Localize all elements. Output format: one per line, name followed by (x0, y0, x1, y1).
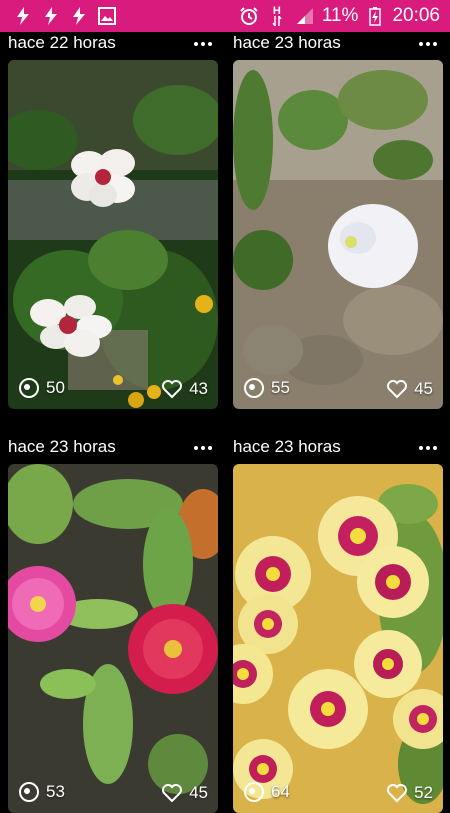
likes-value: 45 (189, 783, 208, 802)
more-options-icon[interactable] (419, 34, 437, 54)
post-header: hace 23 horas (233, 436, 443, 460)
post-time: hace 22 horas (8, 33, 116, 52)
more-options-icon[interactable] (419, 438, 437, 458)
signal-icon (294, 5, 316, 27)
status-bar: H 11% 20:06 (0, 0, 450, 32)
views-count: 55 (243, 377, 290, 399)
post-header: hace 23 horas (233, 32, 443, 56)
like-button[interactable]: 52 (386, 783, 433, 803)
likes-value: 43 (189, 379, 208, 398)
post-header: hace 23 horas (8, 436, 218, 460)
system-icons: H 11% 20:06 (232, 5, 440, 27)
heart-icon (162, 380, 183, 399)
post-card[interactable]: hace 23 horas 55 45 (233, 32, 443, 412)
views-value: 55 (271, 378, 290, 397)
flash-icon (40, 5, 62, 27)
views-icon (19, 378, 39, 398)
likes-value: 45 (414, 379, 433, 398)
views-value: 64 (271, 782, 290, 801)
post-photo[interactable]: 53 45 (8, 464, 218, 813)
network-type: H (272, 4, 281, 17)
heart-icon (387, 784, 408, 803)
like-button[interactable]: 45 (386, 379, 433, 399)
views-value: 53 (46, 782, 65, 801)
battery-percent: 11% (321, 5, 359, 26)
views-value: 50 (46, 378, 65, 397)
post-header: hace 22 horas (8, 32, 218, 56)
more-options-icon[interactable] (194, 438, 212, 458)
post-card[interactable]: hace 23 horas 64 52 (233, 436, 443, 813)
post-card[interactable]: hace 22 horas 50 43 (8, 32, 218, 412)
post-time: hace 23 horas (8, 437, 116, 456)
more-options-icon[interactable] (194, 34, 212, 54)
network-h-icon: H (266, 5, 288, 27)
post-card[interactable]: hace 23 horas 53 45 (8, 436, 218, 813)
views-count: 50 (18, 377, 65, 399)
post-time: hace 23 horas (233, 437, 341, 456)
heart-icon (162, 784, 183, 803)
clock: 20:06 (392, 5, 440, 26)
notification-icons (12, 5, 124, 27)
flash-icon (68, 5, 90, 27)
image-icon (96, 5, 118, 27)
likes-value: 52 (414, 783, 433, 802)
post-time: hace 23 horas (233, 33, 341, 52)
flash-icon (12, 5, 34, 27)
battery-charging-icon (364, 5, 386, 27)
post-photo[interactable]: 50 43 (8, 60, 218, 409)
views-icon (244, 378, 264, 398)
post-photo[interactable]: 55 45 (233, 60, 443, 409)
like-button[interactable]: 45 (161, 783, 208, 803)
like-button[interactable]: 43 (161, 379, 208, 399)
post-photo[interactable]: 64 52 (233, 464, 443, 813)
alarm-icon (238, 5, 260, 27)
heart-icon (387, 380, 408, 399)
